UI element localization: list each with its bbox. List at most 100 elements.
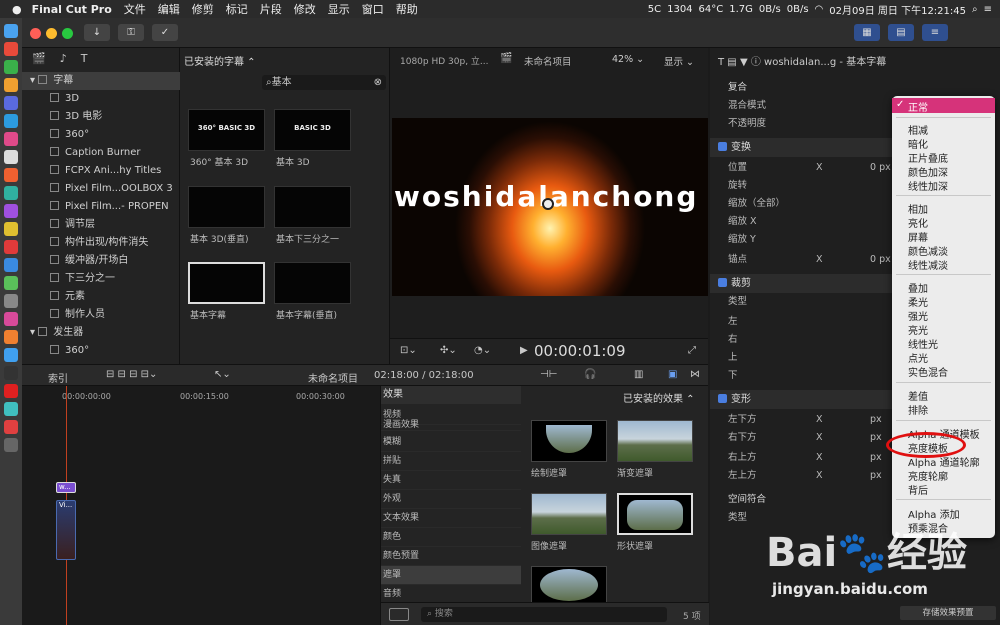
- headphones-icon[interactable]: 🎧: [584, 369, 596, 380]
- effects-browser-icon[interactable]: ▣: [668, 369, 677, 380]
- menu-item[interactable]: 排除: [908, 402, 928, 417]
- app-icon[interactable]: [4, 222, 18, 236]
- titles-icon[interactable]: T: [81, 52, 88, 65]
- menu-item-selected[interactable]: ✓ 正常: [892, 98, 995, 114]
- transform-section[interactable]: 变换: [710, 138, 895, 157]
- library-item[interactable]: FCPX Ani...hy Titles: [50, 162, 161, 180]
- sidebar-toggle-icon[interactable]: [389, 608, 409, 621]
- app-icon[interactable]: [4, 348, 18, 362]
- timeline-toggle-icon[interactable]: ▤: [888, 24, 914, 41]
- minimize-button[interactable]: [46, 28, 57, 39]
- app-icon[interactable]: [4, 294, 18, 308]
- library-item[interactable]: Pixel Film...OOLBOX 3: [50, 180, 173, 198]
- effect-category[interactable]: 漫画效果: [381, 419, 521, 431]
- app-icon[interactable]: [4, 42, 18, 56]
- title-thumb[interactable]: 360° BASIC 3D: [188, 109, 265, 151]
- analyze-icon[interactable]: ✓: [152, 24, 178, 41]
- title-clip[interactable]: w...: [56, 482, 76, 493]
- import-icon[interactable]: ↓: [84, 24, 110, 41]
- connect-clip-icon[interactable]: ⊟ ⊟ ⊟ ⊟⌄: [106, 369, 157, 380]
- app-icon[interactable]: [4, 150, 18, 164]
- app-icon[interactable]: [4, 240, 18, 254]
- menu-item[interactable]: 背后: [908, 482, 928, 497]
- title-thumb[interactable]: [274, 186, 351, 228]
- menu-item[interactable]: 线性光: [908, 336, 938, 351]
- menu-item[interactable]: Alpha 添加: [908, 506, 960, 521]
- effect-thumb[interactable]: [531, 420, 607, 462]
- menu-item-file[interactable]: 文件: [124, 1, 146, 17]
- menu-item[interactable]: 柔光: [908, 294, 928, 309]
- menu-item[interactable]: 点光: [908, 350, 928, 365]
- filter-tab-icon[interactable]: ▼: [740, 57, 748, 68]
- crop-icon[interactable]: ⊡⌄: [400, 345, 417, 356]
- app-icon[interactable]: [4, 114, 18, 128]
- app-icon[interactable]: [4, 402, 18, 416]
- menu-icon[interactable]: ≡: [984, 4, 992, 15]
- title-tab-icon[interactable]: T: [718, 57, 724, 68]
- media-icon[interactable]: 🎬: [32, 52, 46, 65]
- search-field[interactable]: ⌕基本 ⊗: [262, 75, 386, 90]
- save-preset-button[interactable]: 存储效果预置: [900, 606, 996, 620]
- finder-icon[interactable]: [4, 24, 18, 38]
- menu-item[interactable]: 亮化: [908, 215, 928, 230]
- title-thumb[interactable]: [188, 186, 265, 228]
- menu-item[interactable]: 线性加深: [908, 178, 948, 193]
- menu-item[interactable]: 屏幕: [908, 229, 928, 244]
- menu-item-mark[interactable]: 标记: [226, 1, 248, 17]
- transitions-icon[interactable]: ⋈: [690, 369, 700, 380]
- menu-item[interactable]: 颜色加深: [908, 164, 948, 179]
- library-item[interactable]: 构件出现/构件消失: [50, 234, 148, 252]
- app-icon[interactable]: [4, 186, 18, 200]
- library-item[interactable]: 制作人员: [50, 306, 105, 324]
- menu-item[interactable]: 线性减淡: [908, 257, 948, 272]
- browser-title[interactable]: 已安装的字幕 ⌃: [184, 53, 256, 68]
- library-item[interactable]: 缓冲器/开场白: [50, 252, 128, 270]
- effect-thumb[interactable]: [531, 493, 607, 535]
- menu-item-trim[interactable]: 修剪: [192, 1, 214, 17]
- library-item[interactable]: 360°: [50, 126, 89, 144]
- menu-item-edit[interactable]: 编辑: [158, 1, 180, 17]
- app-icon[interactable]: [4, 132, 18, 146]
- skimming-icon[interactable]: ⊣⊢: [540, 369, 557, 380]
- audio-icon[interactable]: ♪: [60, 52, 67, 65]
- library-item[interactable]: 元素: [50, 288, 85, 306]
- video-clip[interactable]: Vi...: [56, 500, 76, 560]
- menu-item[interactable]: 相减: [908, 122, 928, 137]
- enhance-icon[interactable]: ✣⌄: [440, 345, 457, 356]
- effects-search-field[interactable]: ⌕ 搜索: [421, 607, 667, 622]
- menu-item[interactable]: 相加: [908, 201, 928, 216]
- zoom-popup[interactable]: 42% ⌄: [612, 54, 644, 65]
- index-button[interactable]: 索引: [48, 370, 68, 385]
- menu-item-clip[interactable]: 片段: [260, 1, 282, 17]
- effect-category-selected[interactable]: 遮罩: [381, 566, 521, 585]
- menu-item-view[interactable]: 显示: [328, 1, 350, 17]
- speed-icon[interactable]: ◔⌄: [474, 345, 491, 356]
- menu-item[interactable]: 颜色减淡: [908, 243, 948, 258]
- effect-category[interactable]: 颜色: [381, 528, 521, 547]
- menu-item[interactable]: 亮光: [908, 322, 928, 337]
- zoom-button[interactable]: [62, 28, 73, 39]
- library-item[interactable]: 360°: [50, 342, 89, 360]
- effect-category[interactable]: 外观: [381, 490, 521, 509]
- app-icon[interactable]: [4, 204, 18, 218]
- library-item[interactable]: Caption Burner: [50, 144, 141, 162]
- menu-item[interactable]: 叠加: [908, 280, 928, 295]
- apple-icon[interactable]: ●: [12, 3, 22, 16]
- app-menu[interactable]: Final Cut Pro: [32, 3, 112, 16]
- effect-category[interactable]: 失真: [381, 471, 521, 490]
- library-item[interactable]: 调节层: [50, 216, 95, 234]
- wifi-icon[interactable]: ◠: [815, 4, 824, 15]
- app-icon[interactable]: [4, 96, 18, 110]
- browser-toggle-icon[interactable]: ▦: [854, 24, 880, 41]
- menu-item[interactable]: 实色混合: [908, 364, 948, 379]
- distort-section[interactable]: 变形: [710, 390, 895, 409]
- app-icon[interactable]: [4, 78, 18, 92]
- trash-icon[interactable]: [4, 438, 18, 452]
- video-tab-icon[interactable]: ▤: [727, 57, 736, 68]
- effect-thumb[interactable]: [617, 420, 693, 462]
- library-category-generators[interactable]: ▾ 发生器: [30, 324, 83, 342]
- menu-item-modify[interactable]: 修改: [294, 1, 316, 17]
- effect-thumb-selected[interactable]: [617, 493, 693, 535]
- menu-item[interactable]: 强光: [908, 308, 928, 323]
- menu-item[interactable]: 差值: [908, 388, 928, 403]
